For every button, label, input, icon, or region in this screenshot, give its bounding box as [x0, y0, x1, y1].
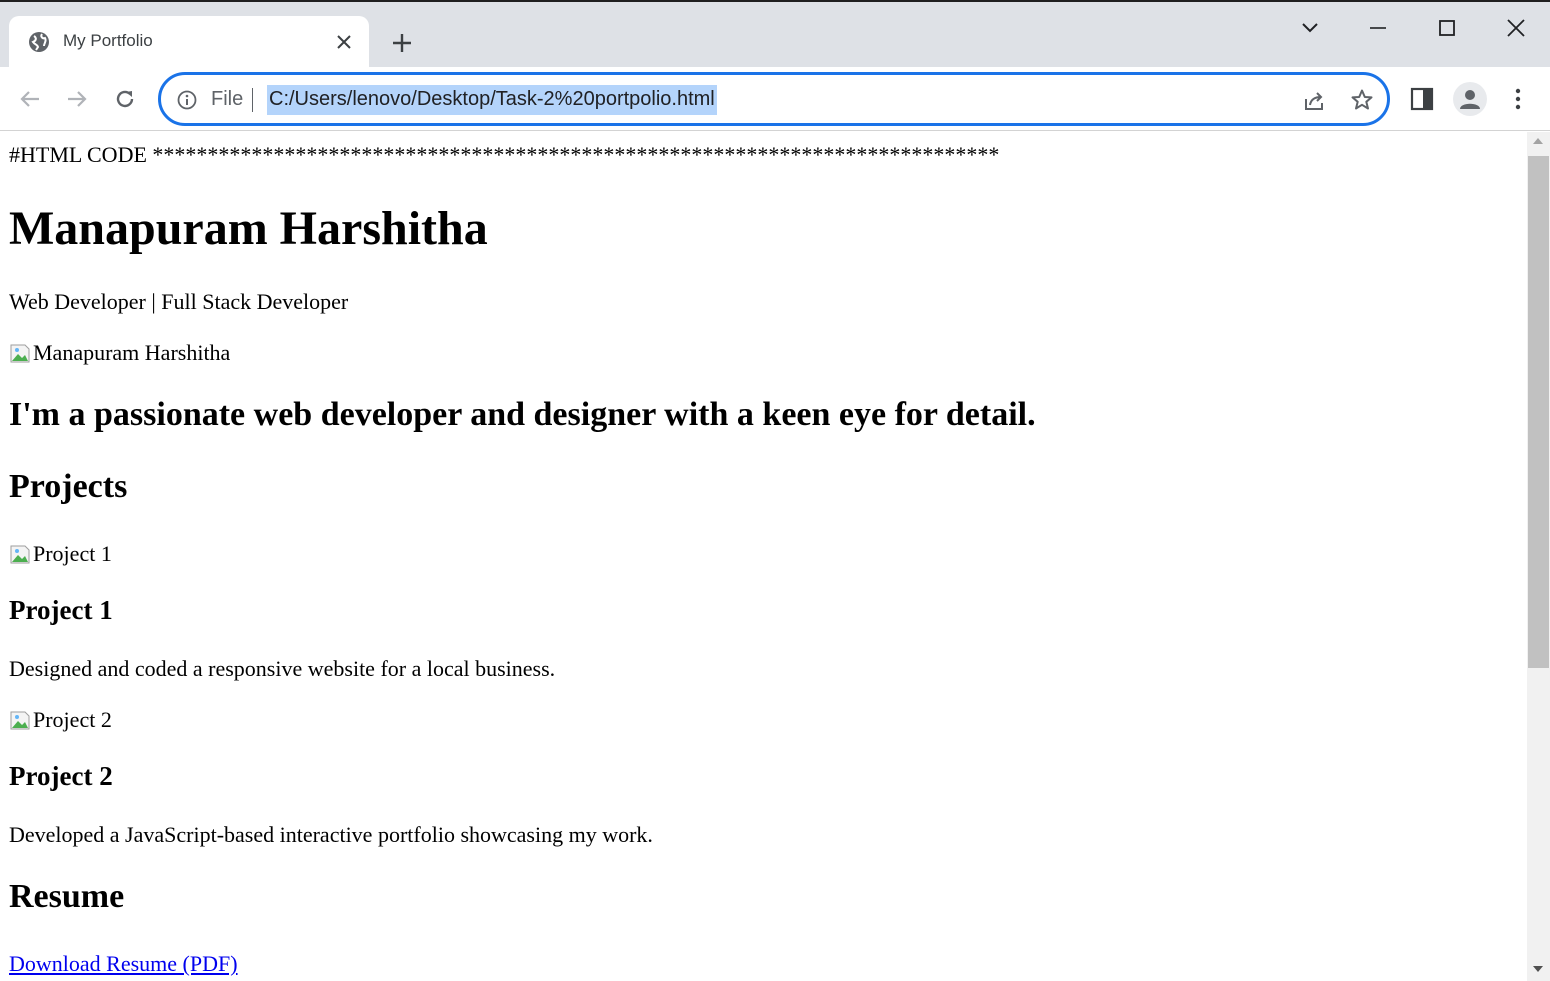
back-arrow-icon	[20, 91, 39, 107]
minimize-button[interactable]	[1363, 14, 1393, 42]
tab-search-button[interactable]	[1295, 14, 1325, 42]
project-1-image: Project 1	[9, 541, 112, 567]
forward-arrow-icon	[68, 91, 87, 107]
plus-icon[interactable]	[390, 31, 414, 55]
project-1-description: Designed and coded a responsive website …	[9, 656, 556, 681]
close-icon	[1507, 19, 1525, 37]
project-2-description: Developed a JavaScript-based interactive…	[9, 822, 653, 847]
broken-image-icon	[10, 545, 30, 564]
role-subtitle: Web Developer | Full Stack Developer	[9, 289, 349, 314]
page-title: Manapuram Harshitha	[9, 202, 488, 255]
html-code-line: #HTML CODE *****************************…	[9, 142, 1000, 167]
chevron-down-icon	[1302, 23, 1318, 33]
tagline-heading: I'm a passionate web developer and desig…	[9, 396, 1036, 433]
back-button[interactable]	[16, 85, 44, 113]
profile-image: Manapuram Harshitha	[9, 340, 230, 366]
broken-image-icon	[10, 344, 30, 363]
kebab-menu-icon[interactable]	[1506, 86, 1530, 112]
scroll-down-arrow-icon[interactable]	[1533, 966, 1543, 972]
profile-image-alt: Manapuram Harshitha	[33, 340, 231, 365]
broken-image-icon	[10, 711, 30, 730]
project-2-title: Project 2	[9, 761, 113, 791]
scheme-label: File	[211, 88, 244, 110]
reload-button[interactable]	[111, 85, 139, 113]
maximize-button[interactable]	[1432, 14, 1462, 42]
address-bar[interactable]: File C:/Users/lenovo/Desktop/Task-2%20po…	[158, 72, 1390, 126]
minimize-icon	[1370, 27, 1386, 29]
tab-title: My Portfolio	[63, 31, 153, 50]
project-1-image-alt: Project 1	[33, 541, 112, 566]
page-viewport: #HTML CODE *****************************…	[0, 132, 1527, 981]
vertical-scrollbar[interactable]	[1527, 132, 1550, 981]
info-icon[interactable]	[177, 90, 197, 110]
project-1-title: Project 1	[9, 595, 113, 625]
reload-icon	[116, 90, 134, 108]
profile-button[interactable]	[1453, 82, 1487, 116]
profile-icon	[1460, 90, 1480, 109]
download-resume-link[interactable]: Download Resume (PDF)	[9, 951, 238, 977]
globe-icon	[29, 32, 49, 52]
side-panel-icon[interactable]	[1409, 86, 1435, 112]
resume-heading: Resume	[9, 878, 125, 915]
scroll-up-arrow-icon[interactable]	[1533, 138, 1543, 144]
maximize-icon	[1439, 20, 1455, 36]
project-2-image-alt: Project 2	[33, 707, 112, 732]
tab-my-portfolio[interactable]: My Portfolio	[9, 16, 369, 69]
address-separator	[252, 88, 253, 112]
star-icon[interactable]	[1350, 88, 1374, 112]
project-2-image: Project 2	[9, 707, 112, 733]
share-icon[interactable]	[1302, 89, 1326, 113]
scrollbar-thumb[interactable]	[1528, 156, 1549, 668]
browser-titlebar: My Portfolio	[0, 0, 1550, 69]
projects-heading: Projects	[9, 468, 128, 505]
browser-toolbar: File C:/Users/lenovo/Desktop/Task-2%20po…	[0, 67, 1550, 131]
tab-close-icon[interactable]	[335, 33, 353, 51]
close-window-button[interactable]	[1501, 14, 1531, 42]
forward-button[interactable]	[63, 85, 91, 113]
url-text[interactable]: C:/Users/lenovo/Desktop/Task-2%20portpol…	[267, 85, 717, 115]
